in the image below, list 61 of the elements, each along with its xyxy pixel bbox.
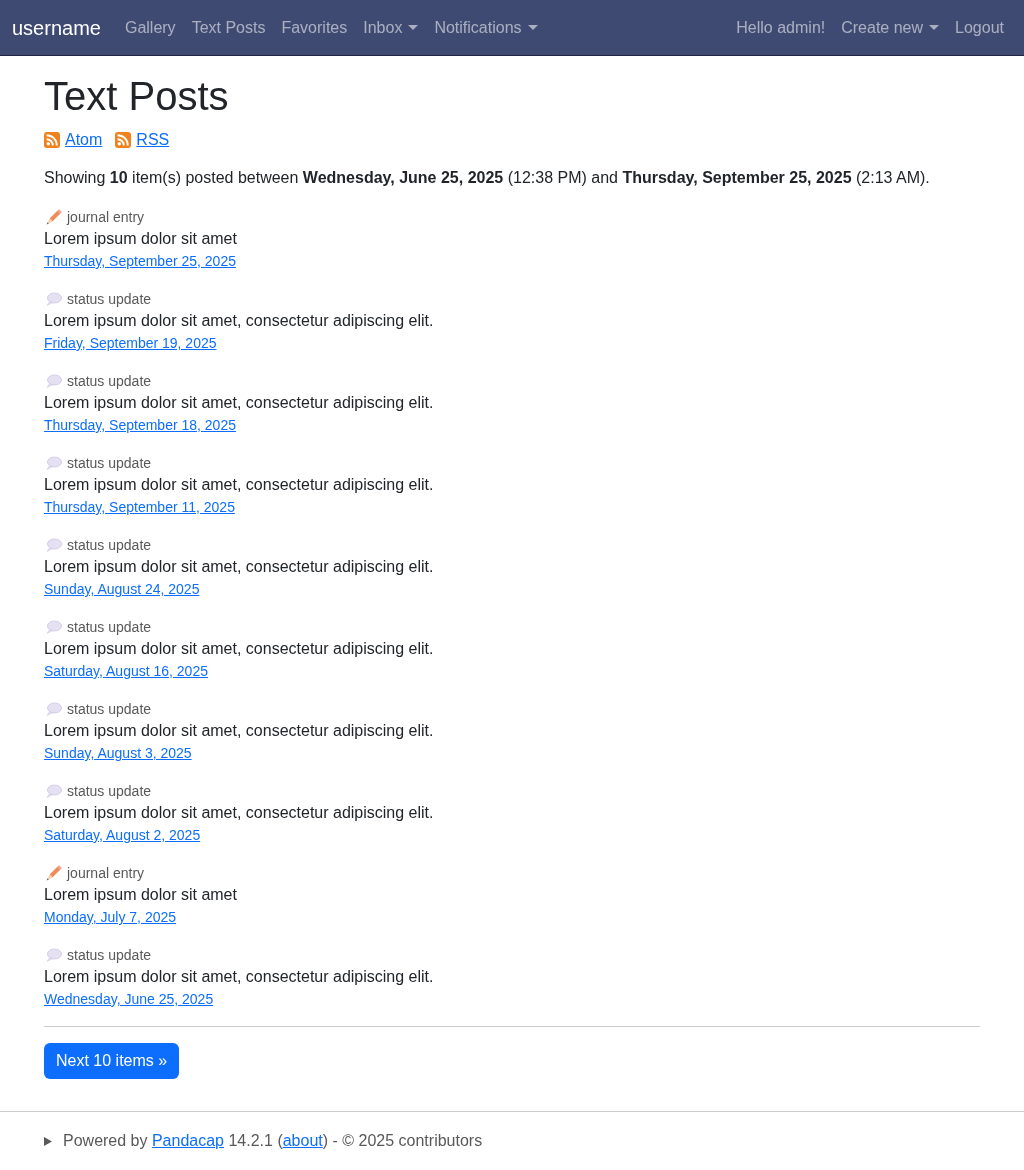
- post-type-label: journal entry: [67, 863, 145, 883]
- footer-text: Powered by Pandacap 14.2.1 (about) - © 2025 contributors: [63, 1131, 483, 1151]
- post-text: Lorem ipsum dolor sit amet, consectetur adipiscing elit.: [44, 721, 434, 741]
- post-date-link[interactable]: Sunday, August 24, 2025: [44, 579, 200, 600]
- caret-icon: [527, 25, 538, 30]
- post-text: Lorem ipsum dolor sit amet, consectetur adipiscing elit.: [44, 557, 434, 577]
- post-date-link[interactable]: Saturday, August 16, 2025: [44, 661, 208, 682]
- post-date-link[interactable]: Monday, July 7, 2025: [44, 907, 177, 928]
- post-type-label: status update: [67, 617, 152, 637]
- speech-bubble-icon: [46, 373, 62, 388]
- post-date-link[interactable]: Friday, September 19, 2025: [44, 333, 217, 354]
- post-type-label: status update: [67, 781, 152, 801]
- post-type-label: status update: [67, 699, 152, 719]
- post-text: Lorem ipsum dolor sit amet, consectetur adipiscing elit.: [44, 475, 434, 495]
- pencil-icon: [46, 864, 62, 881]
- post-text: Lorem ipsum dolor sit amet: [44, 885, 237, 905]
- feed-icon: [44, 132, 60, 148]
- post-text: Lorem ipsum dolor sit amet, consectetur adipiscing elit.: [44, 639, 434, 659]
- nav-link[interactable]: Logout: [947, 7, 1012, 48]
- feed-link[interactable]: Atom: [65, 128, 103, 152]
- caret-icon: [929, 25, 940, 30]
- post-type-label: status update: [67, 289, 152, 309]
- nav-link[interactable]: Text Posts: [183, 7, 274, 48]
- speech-bubble-icon: [46, 947, 62, 962]
- post-text: Lorem ipsum dolor sit amet, consectetur adipiscing elit.: [44, 803, 434, 823]
- speech-bubble-icon: [46, 537, 62, 552]
- page-title: Text Posts: [44, 73, 230, 120]
- footer-link[interactable]: Pandacap: [151, 1132, 224, 1149]
- summary-text: Showing 10 item(s) posted between Wednesday, June 25, 2025 (12:38 PM) and Thursday, September 25, 2025 (2:13 AM).: [44, 168, 930, 188]
- nav-link[interactable]: Favorites: [273, 7, 356, 48]
- post-type-label: status update: [67, 371, 152, 391]
- caret-icon: [408, 25, 419, 30]
- next-page-button[interactable]: Next 10 items »: [44, 1043, 180, 1079]
- post-date-link[interactable]: Sunday, August 3, 2025: [44, 743, 192, 764]
- speech-bubble-icon: [46, 619, 62, 634]
- post-date-link[interactable]: Wednesday, June 25, 2025: [44, 989, 214, 1010]
- post-type-label: journal entry: [67, 207, 145, 227]
- post-type-label: status update: [67, 535, 152, 555]
- speech-bubble-icon: [46, 291, 62, 306]
- post-type-label: status update: [67, 945, 152, 965]
- nav-link[interactable]: Gallery: [116, 7, 184, 48]
- speech-bubble-icon: [46, 455, 62, 470]
- post-text: Lorem ipsum dolor sit amet, consectetur adipiscing elit.: [44, 967, 434, 987]
- nav-dropdown[interactable]: Notifications: [426, 7, 546, 48]
- feed-icon: [115, 132, 132, 148]
- speech-bubble-icon: [46, 701, 62, 716]
- post-date-link[interactable]: Saturday, August 2, 2025: [44, 825, 201, 846]
- pencil-icon: [46, 208, 62, 225]
- nav-dropdown[interactable]: Inbox: [355, 7, 427, 48]
- greeting-text: Hello admin!: [735, 17, 827, 38]
- post-type-label: status update: [67, 453, 152, 473]
- post-date-link[interactable]: Thursday, September 11, 2025: [44, 497, 235, 518]
- post-date-link[interactable]: Thursday, September 25, 2025: [44, 251, 236, 272]
- post-text: Lorem ipsum dolor sit amet: [44, 229, 237, 249]
- feed-link[interactable]: RSS: [136, 128, 170, 152]
- post-text: Lorem ipsum dolor sit amet, consectetur adipiscing elit.: [44, 393, 434, 413]
- post-date-link[interactable]: Thursday, September 18, 2025: [44, 415, 236, 436]
- nav-dropdown[interactable]: Create new: [833, 7, 948, 48]
- brand-link[interactable]: username: [12, 7, 101, 48]
- post-text: Lorem ipsum dolor sit amet, consectetur adipiscing elit.: [44, 311, 434, 331]
- speech-bubble-icon: [46, 783, 62, 798]
